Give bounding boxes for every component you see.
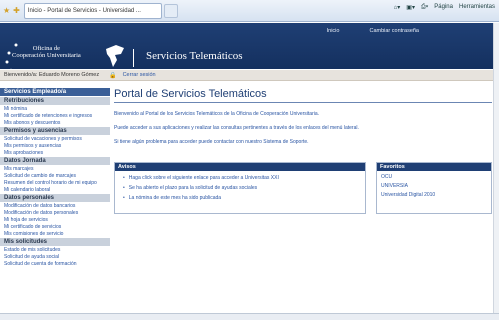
sidebar-section: Mis solicitudes (0, 238, 110, 246)
header-link-home[interactable]: Inicio (327, 28, 340, 34)
toolbar-right: ⌂▾ ▣▾ ⎙▾ Página Herramientas (394, 4, 495, 11)
sidebar-item[interactable]: Solicitud de cuenta de formación (0, 261, 110, 267)
user-bar: Bienvenido/a: Eduardo Moreno Gómez 🔒 Cer… (0, 70, 499, 81)
print-icon[interactable]: ⎙▾ (421, 4, 428, 11)
news-panel: Avisos • Haga click sobre el siguiente e… (114, 162, 366, 214)
news-item-text: La nómina de este mes ha sido publicada (128, 195, 222, 201)
browser-toolbar: ★ ✚ Inicio - Portal de Servicios - Unive… (0, 0, 499, 22)
favorite-link[interactable]: UNIVERSIA (381, 183, 491, 189)
site-header: Inicio Cambiar contraseña Oficina de Coo… (0, 23, 499, 71)
bullet-icon: • (123, 185, 125, 191)
map-icon (106, 45, 124, 67)
news-item[interactable]: • Haga click sobre el siguiente enlace p… (123, 175, 365, 181)
sidebar-item[interactable]: Resumen del control horario de mi equipo (0, 180, 110, 186)
logo-dots-icon (5, 43, 18, 71)
news-item-text: Haga click sobre el siguiente enlace par… (128, 175, 279, 181)
favorites-star-icon[interactable]: ★ (3, 6, 10, 15)
sidebar-item[interactable]: Mi nómina (0, 106, 110, 112)
page-menu[interactable]: Página (434, 4, 453, 11)
sidebar-item[interactable]: Mis abonos y descuentos (0, 120, 110, 126)
header-links: Inicio Cambiar contraseña (327, 28, 419, 34)
vertical-scrollbar[interactable] (493, 23, 499, 313)
bullet-icon: • (123, 195, 125, 201)
sidebar-item[interactable]: Solicitud de ayuda social (0, 254, 110, 260)
main-content: Portal de Servicios Telemáticos Bienveni… (114, 88, 496, 214)
sidebar-item[interactable]: Solicitud de cambio de marcajes (0, 173, 110, 179)
header-divider (133, 49, 134, 67)
sidebar-item[interactable]: Mis aprobaciones (0, 150, 110, 156)
page-title: Portal de Servicios Telemáticos (114, 88, 492, 103)
site-logo[interactable]: Oficina de Cooperación Universitaria (5, 43, 81, 71)
sidebar-item[interactable]: Estado de mis solicitudes (0, 247, 110, 253)
news-item-text: Se ha abierto el plazo para la solicitud… (128, 185, 258, 191)
sidebar-item[interactable]: Mis permisos y ausencias (0, 143, 110, 149)
sidebar-item[interactable]: Solicitud de vacaciones y permisos (0, 136, 110, 142)
sidebar-section: Retribuciones (0, 97, 110, 105)
new-tab-button[interactable] (163, 3, 178, 18)
sidebar-item[interactable]: Mi calendario laboral (0, 187, 110, 193)
sidebar-heading: Servicios Empleado/a (0, 88, 110, 96)
header-link-change-password[interactable]: Cambiar contraseña (369, 28, 419, 34)
sidebar-item[interactable]: Mis comisiones de servicio (0, 231, 110, 237)
favorites-panel: Favoritos OCU UNIVERSIA Universidad Digi… (376, 162, 492, 214)
favorite-link[interactable]: Universidad Digital 2010 (381, 192, 491, 198)
intro-paragraph: Bienvenido al Portal de los Servicios Te… (114, 111, 320, 117)
news-panel-title: Avisos (115, 163, 365, 171)
sidebar-section: Permisos y ausencias (0, 127, 110, 135)
sidebar-section: Datos personales (0, 194, 110, 202)
app-title: Servicios Telemáticos (146, 50, 243, 62)
browser-tab[interactable]: Inicio - Portal de Servicios - Universid… (23, 2, 162, 19)
favorite-link[interactable]: OCU (381, 174, 491, 180)
logout-link[interactable]: Cerrar sesión (123, 72, 156, 78)
sidebar-item[interactable]: Modificación de datos bancarios (0, 203, 110, 209)
add-favorites-icon[interactable]: ✚ (13, 6, 20, 15)
bullet-icon: • (123, 175, 125, 181)
sidebar: Servicios Empleado/a Retribuciones Mi nó… (0, 88, 110, 320)
tab-title: Inicio - Portal de Servicios - Universid… (27, 7, 141, 14)
sidebar-item[interactable]: Mi certificado de servicios (0, 224, 110, 230)
status-bar (0, 313, 499, 320)
logout-icon: 🔒 (109, 72, 117, 79)
feeds-icon[interactable]: ▣▾ (406, 4, 415, 11)
sidebar-item[interactable]: Mi certificado de retenciones e ingresos (0, 113, 110, 119)
news-item[interactable]: • Se ha abierto el plazo para la solicit… (123, 185, 365, 191)
home-icon[interactable]: ⌂▾ (394, 4, 401, 11)
welcome-text: Bienvenido/a: Eduardo Moreno Gómez (4, 72, 100, 78)
intro-paragraph-2: Puede acceder a sus aplicaciones y reali… (114, 125, 359, 131)
sidebar-item[interactable]: Mis marcajes (0, 166, 110, 172)
favorites-panel-title: Favoritos (377, 163, 491, 171)
intro-paragraph-3: Si tiene algún problema para acceder pue… (114, 139, 309, 145)
sidebar-item[interactable]: Mi hoja de servicios (0, 217, 110, 223)
sidebar-item[interactable]: Modificación de datos personales (0, 210, 110, 216)
news-item[interactable]: • La nómina de este mes ha sido publicad… (123, 195, 365, 201)
tools-menu[interactable]: Herramientas (459, 4, 495, 11)
sidebar-section: Datos Jornada (0, 157, 110, 165)
